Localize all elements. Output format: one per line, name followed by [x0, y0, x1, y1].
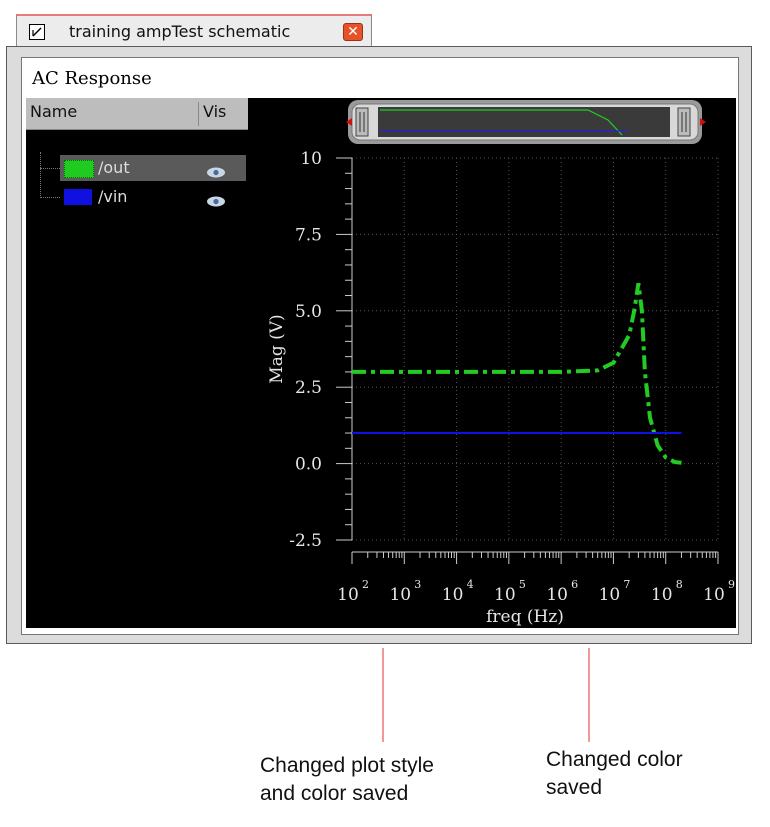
- annotation-1-line-1: Changed plot style: [260, 754, 434, 777]
- annotation-1-line-2: and color saved: [260, 782, 409, 805]
- annotation-color: Changed color saved: [546, 746, 683, 802]
- annotation-2-line-1: Changed color: [546, 748, 683, 771]
- annotation-leaders: [382, 648, 590, 742]
- annotation-2-line-2: saved: [546, 776, 603, 799]
- annotation-plot-style: Changed plot style and color saved: [260, 752, 434, 808]
